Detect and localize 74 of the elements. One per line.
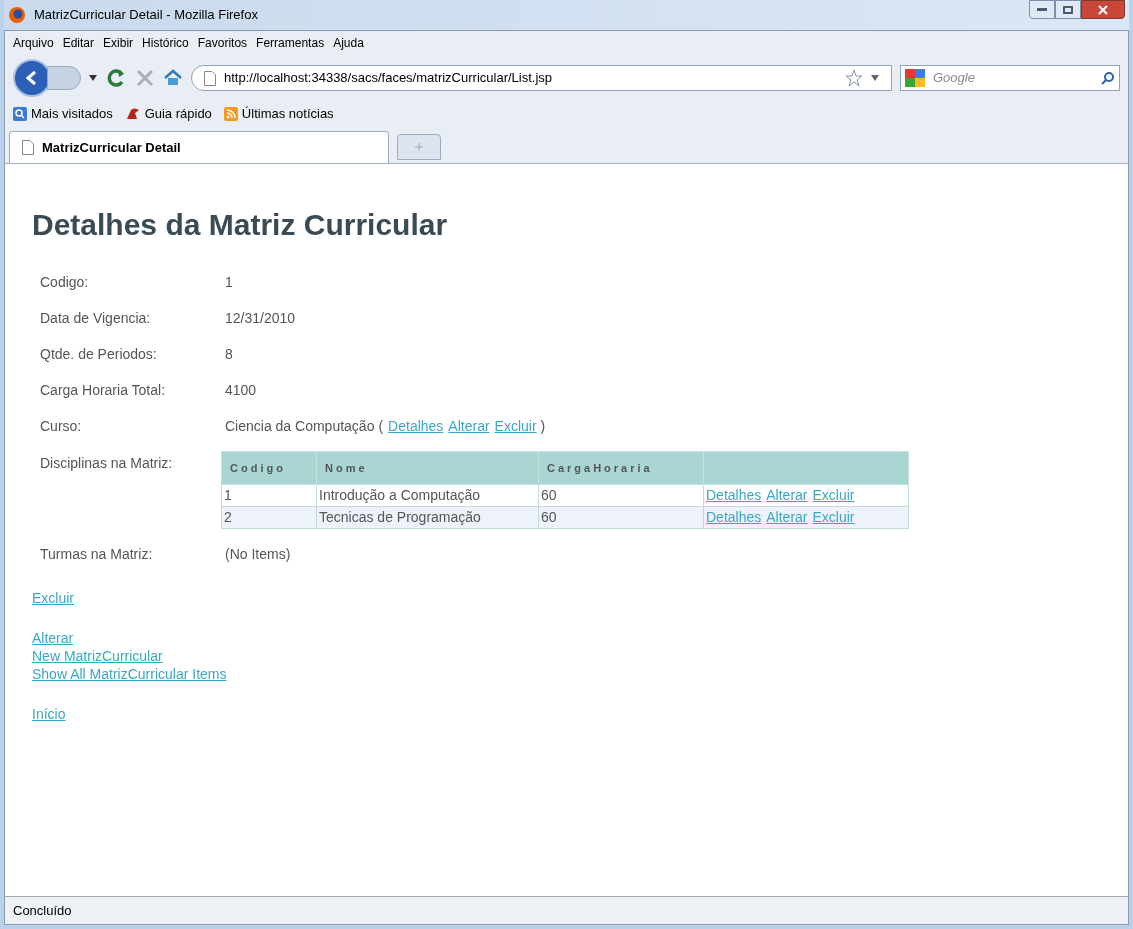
link[interactable]: Excluir <box>812 487 855 503</box>
table-cell: 2 <box>221 506 317 529</box>
close-button[interactable] <box>1081 0 1125 19</box>
column-header: Nome <box>316 451 539 485</box>
bookmark-link[interactable]: Últimas notícias <box>241 103 334 124</box>
link[interactable]: Alterar <box>766 487 808 503</box>
paren-text: ( <box>378 416 384 436</box>
link[interactable]: Detalhes <box>706 509 762 525</box>
menu-item[interactable]: Editar <box>62 34 95 52</box>
field-value: 1 <box>225 272 233 292</box>
minimize-button[interactable] <box>1029 0 1055 19</box>
page-heading: Detalhes da Matriz Curricular <box>32 207 449 243</box>
link[interactable]: Excluir <box>494 417 537 434</box>
dropdown-icon[interactable] <box>871 75 879 81</box>
window-title: MatrizCurricular Detail - Mozilla Firefox <box>34 6 258 25</box>
field-value: Ciencia da Computação <box>225 416 375 436</box>
table-cell: Tecnicas de Programação <box>316 506 539 529</box>
column-header: Codigo <box>221 451 317 485</box>
field-value: 4100 <box>225 380 257 400</box>
field-label: Qtde. de Periodos: <box>40 344 158 364</box>
star-icon[interactable] <box>845 69 863 87</box>
bookmark-link[interactable]: Mais visitados <box>31 103 113 124</box>
home-icon[interactable] <box>163 68 183 88</box>
status-text: Concluído <box>13 901 72 920</box>
menu-item[interactable]: Histórico <box>142 34 189 52</box>
table-cell: Introdução a Computação <box>316 484 539 507</box>
link[interactable]: Detalhes <box>388 417 444 434</box>
link[interactable]: Show All MatrizCurricular Items <box>32 665 227 683</box>
field-label: Disciplinas na Matriz: <box>40 454 174 473</box>
link[interactable]: Excluir <box>32 589 74 607</box>
link[interactable]: Alterar <box>448 417 490 434</box>
bird-icon <box>124 106 141 121</box>
field-label: Carga Horaria Total: <box>40 380 167 400</box>
page-icon <box>22 140 34 155</box>
menu-item[interactable]: Ferramentas <box>256 34 325 52</box>
search-icon <box>13 106 27 121</box>
paren-text: ) <box>540 416 546 436</box>
menu-item[interactable]: Exibir <box>103 34 134 52</box>
field-label: Curso: <box>40 416 83 436</box>
field-value: 12/31/2010 <box>225 308 296 328</box>
column-header: CargaHoraria <box>538 451 704 485</box>
field-label: Data de Vigencia: <box>40 308 152 328</box>
link[interactable]: Excluir <box>812 509 855 525</box>
link[interactable]: Alterar <box>766 509 808 525</box>
maximize-button[interactable] <box>1055 0 1081 19</box>
maximize-icon <box>1063 5 1073 14</box>
close-icon <box>1098 4 1108 15</box>
table-cell: 1 <box>221 484 317 507</box>
menu-item[interactable]: Ajuda <box>333 34 364 52</box>
table-cell: 60 <box>538 506 704 529</box>
rss-icon <box>223 106 238 121</box>
url-text: http://localhost:34338/sacs/faces/matrizCurricular/List.jsp <box>224 69 553 88</box>
firefox-logo-icon <box>8 6 26 24</box>
field-value: 8 <box>225 344 233 364</box>
browser-tab[interactable]: MatrizCurricular Detail <box>9 131 389 163</box>
link[interactable]: Alterar <box>32 629 74 647</box>
field-label: Turmas na Matriz: <box>40 544 154 564</box>
search-field[interactable]: Google <box>900 65 1120 91</box>
menu-item[interactable]: Arquivo <box>13 34 54 52</box>
menu-item[interactable]: Favoritos <box>197 34 248 52</box>
address-bar[interactable]: http://localhost:34338/sacs/faces/matrizCurricular/List.jsp <box>191 65 892 91</box>
field-value: (No Items) <box>225 544 291 564</box>
link[interactable]: Início <box>32 705 66 723</box>
table-cell: 60 <box>538 484 704 507</box>
minimize-icon <box>1037 8 1047 11</box>
dropdown-icon[interactable] <box>89 75 97 81</box>
search-input[interactable]: Google <box>933 68 1093 88</box>
page-icon <box>204 70 216 86</box>
field-label: Codigo: <box>40 272 90 292</box>
plus-icon <box>414 142 424 152</box>
bookmark-link[interactable]: Guia rápido <box>144 103 212 124</box>
search-icon[interactable] <box>1101 71 1115 85</box>
link[interactable]: New MatrizCurricular <box>32 647 163 665</box>
link[interactable]: Detalhes <box>706 487 762 503</box>
